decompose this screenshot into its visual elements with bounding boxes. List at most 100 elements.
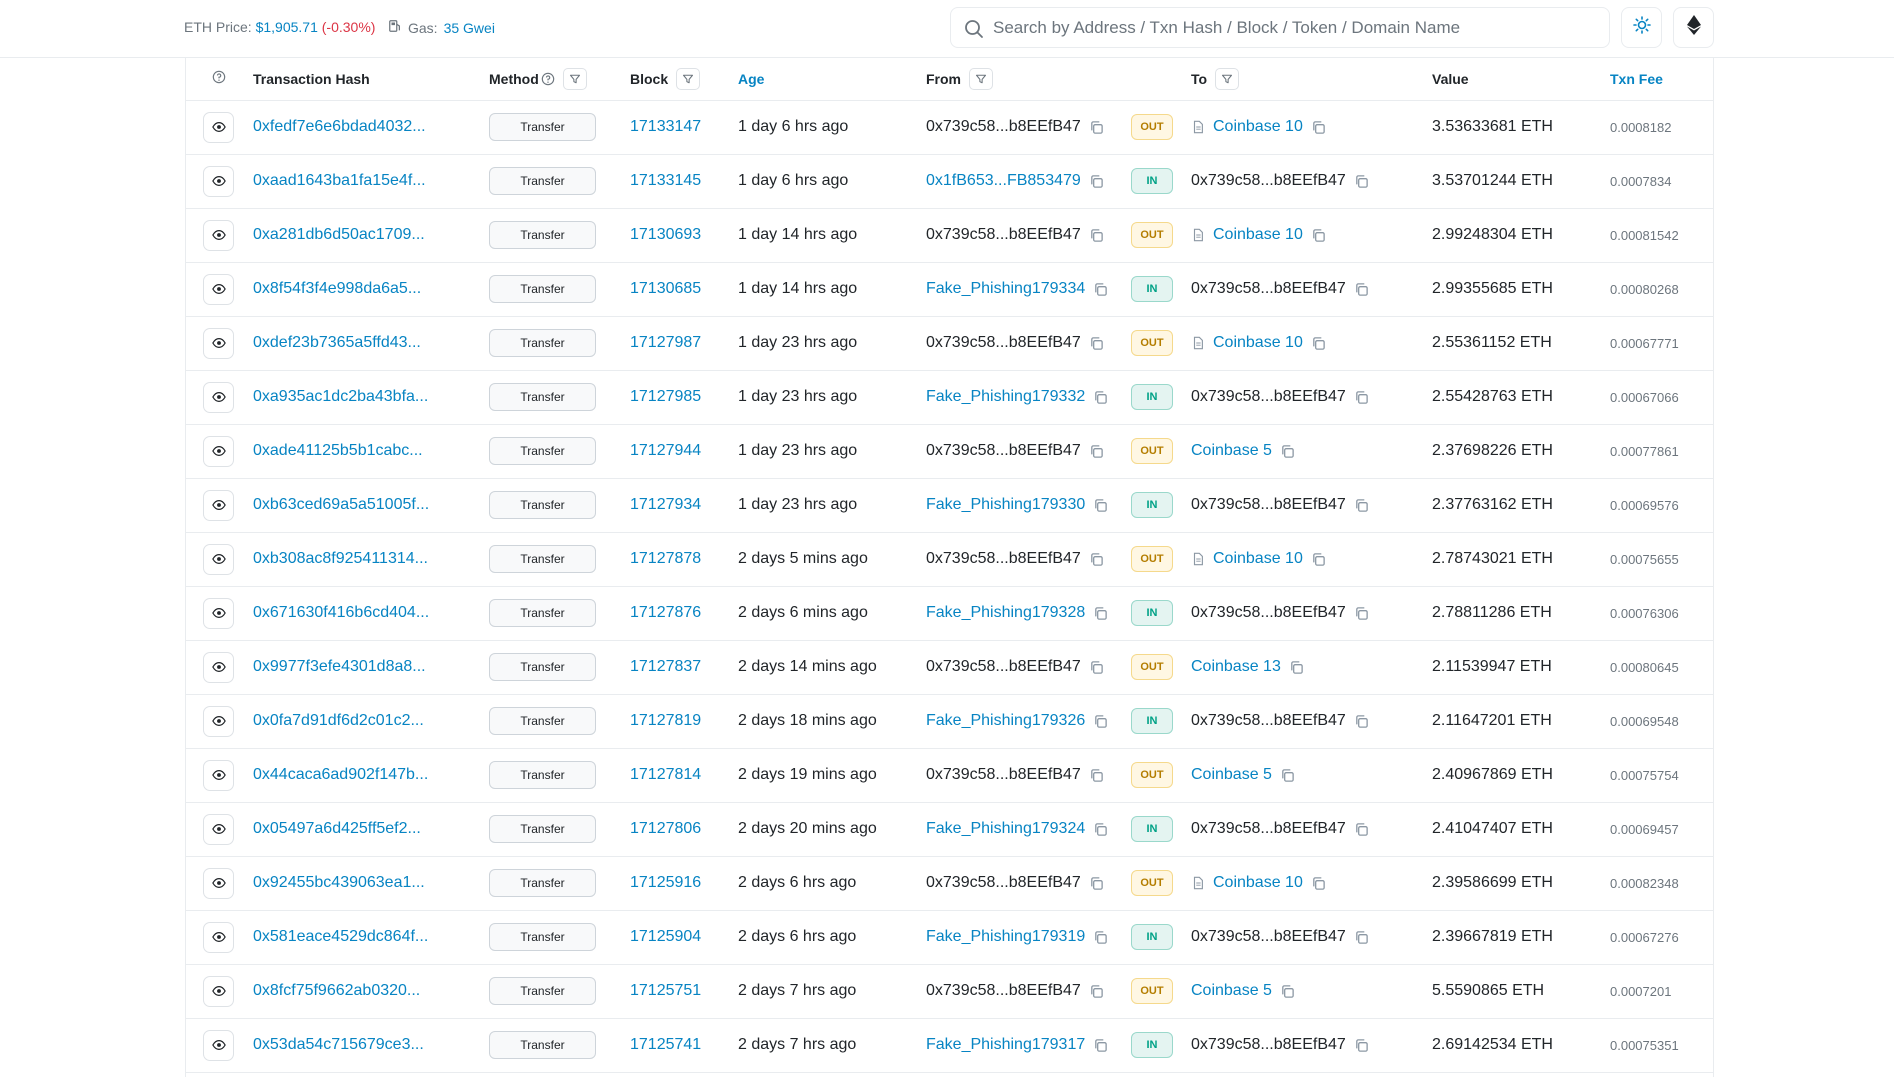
copy-icon[interactable] (1280, 768, 1295, 783)
tx-hash-link[interactable]: 0xaad1643ba1fa15e4f... (253, 172, 426, 189)
tx-hash-link[interactable]: 0xfedf7e6e6bdad4032... (253, 118, 426, 135)
col-age[interactable]: Age (738, 58, 926, 100)
view-details-button[interactable] (203, 597, 234, 629)
view-details-button[interactable] (203, 921, 234, 953)
tx-hash-link[interactable]: 0xb63ced69a5a51005f... (253, 496, 429, 513)
block-link[interactable]: 17127878 (630, 550, 701, 567)
view-details-button[interactable] (203, 867, 234, 899)
copy-icon[interactable] (1093, 822, 1108, 837)
block-link[interactable]: 17127814 (630, 766, 701, 783)
copy-icon[interactable] (1089, 174, 1104, 189)
to-address[interactable]: Coinbase 10 (1213, 334, 1303, 352)
from-address[interactable]: Fake_Phishing179328 (926, 604, 1085, 622)
copy-icon[interactable] (1354, 822, 1369, 837)
tx-hash-link[interactable]: 0x671630f416b6cd404... (253, 604, 429, 621)
block-link[interactable]: 17127819 (630, 712, 701, 729)
block-link[interactable]: 17130685 (630, 280, 701, 297)
view-details-button[interactable] (203, 111, 234, 143)
from-address[interactable]: Fake_Phishing179334 (926, 280, 1085, 298)
copy-icon[interactable] (1354, 714, 1369, 729)
block-link[interactable]: 17127837 (630, 658, 701, 675)
copy-icon[interactable] (1089, 336, 1104, 351)
tx-hash-link[interactable]: 0x53da54c715679ce3... (253, 1036, 424, 1053)
block-link[interactable]: 17127876 (630, 604, 701, 621)
copy-icon[interactable] (1280, 984, 1295, 999)
copy-icon[interactable] (1093, 714, 1108, 729)
view-details-button[interactable] (203, 219, 234, 251)
copy-icon[interactable] (1093, 1038, 1108, 1053)
tx-hash-link[interactable]: 0x44caca6ad902f147b... (253, 766, 428, 783)
copy-icon[interactable] (1093, 282, 1108, 297)
gas-value[interactable]: 35 Gwei (444, 20, 495, 36)
view-details-button[interactable] (203, 651, 234, 683)
copy-icon[interactable] (1089, 120, 1104, 135)
method-filter-button[interactable] (562, 67, 587, 90)
from-address[interactable]: Fake_Phishing179326 (926, 712, 1085, 730)
method-info-icon[interactable] (541, 72, 555, 86)
tx-hash-link[interactable]: 0xb308ac8f925411314... (253, 550, 428, 567)
view-details-button[interactable] (203, 543, 234, 575)
copy-icon[interactable] (1354, 1038, 1369, 1053)
to-address[interactable]: Coinbase 10 (1213, 550, 1303, 568)
copy-icon[interactable] (1089, 228, 1104, 243)
question-circle-icon[interactable] (212, 70, 226, 84)
block-filter-button[interactable] (676, 67, 701, 90)
copy-icon[interactable] (1289, 660, 1304, 675)
block-link[interactable]: 17127806 (630, 820, 701, 837)
block-link[interactable]: 17133145 (630, 172, 701, 189)
to-filter-button[interactable] (1215, 67, 1240, 90)
block-link[interactable]: 17125751 (630, 982, 701, 999)
copy-icon[interactable] (1354, 282, 1369, 297)
block-link[interactable]: 17125916 (630, 874, 701, 891)
view-details-button[interactable] (203, 165, 234, 197)
copy-icon[interactable] (1089, 444, 1104, 459)
to-address[interactable]: Coinbase 10 (1213, 874, 1303, 892)
view-details-button[interactable] (203, 381, 234, 413)
view-details-button[interactable] (203, 435, 234, 467)
block-link[interactable]: 17125741 (630, 1036, 701, 1053)
to-address[interactable]: Coinbase 13 (1191, 658, 1281, 676)
to-address[interactable]: Coinbase 5 (1191, 982, 1272, 1000)
view-details-button[interactable] (203, 975, 234, 1007)
network-button[interactable] (1673, 7, 1714, 48)
tx-hash-link[interactable]: 0x05497a6d425ff5ef2... (253, 820, 421, 837)
block-link[interactable]: 17127934 (630, 496, 701, 513)
block-link[interactable]: 17125904 (630, 928, 701, 945)
copy-icon[interactable] (1089, 552, 1104, 567)
to-address[interactable]: Coinbase 5 (1191, 442, 1272, 460)
copy-icon[interactable] (1311, 228, 1326, 243)
copy-icon[interactable] (1089, 768, 1104, 783)
block-link[interactable]: 17127987 (630, 334, 701, 351)
tx-hash-link[interactable]: 0xdef23b7365a5ffd43... (253, 334, 421, 351)
tx-hash-link[interactable]: 0x92455bc439063ea1... (253, 874, 425, 891)
from-address[interactable]: Fake_Phishing179324 (926, 820, 1085, 838)
eth-price-value[interactable]: $1,905.71 (256, 19, 318, 35)
copy-icon[interactable] (1354, 606, 1369, 621)
search-input[interactable] (993, 16, 1593, 40)
copy-icon[interactable] (1311, 552, 1326, 567)
view-details-button[interactable] (203, 489, 234, 521)
copy-icon[interactable] (1093, 606, 1108, 621)
from-address[interactable]: Fake_Phishing179332 (926, 388, 1085, 406)
from-filter-button[interactable] (969, 67, 993, 90)
tx-hash-link[interactable]: 0xa281db6d50ac1709... (253, 226, 425, 243)
view-details-button[interactable] (203, 705, 234, 737)
from-address[interactable]: 0x1fB653...FB853479 (926, 172, 1081, 190)
copy-icon[interactable] (1354, 174, 1369, 189)
view-details-button[interactable] (203, 327, 234, 359)
block-link[interactable]: 17133147 (630, 118, 701, 135)
from-address[interactable]: Fake_Phishing179317 (926, 1036, 1085, 1054)
tx-hash-link[interactable]: 0xade41125b5b1cabc... (253, 442, 423, 459)
copy-icon[interactable] (1093, 498, 1108, 513)
copy-icon[interactable] (1311, 876, 1326, 891)
block-link[interactable]: 17127944 (630, 442, 701, 459)
theme-toggle-button[interactable] (1621, 7, 1662, 48)
view-details-button[interactable] (203, 1029, 234, 1061)
from-address[interactable]: Fake_Phishing179330 (926, 496, 1085, 514)
view-details-button[interactable] (203, 273, 234, 305)
tx-hash-link[interactable]: 0x0fa7d91df6d2c01c2... (253, 712, 424, 729)
tx-hash-link[interactable]: 0x8fcf75f9662ab0320... (253, 982, 420, 999)
tx-hash-link[interactable]: 0x8f54f3f4e998da6a5... (253, 280, 421, 297)
to-address[interactable]: Coinbase 10 (1213, 118, 1303, 136)
copy-icon[interactable] (1311, 336, 1326, 351)
